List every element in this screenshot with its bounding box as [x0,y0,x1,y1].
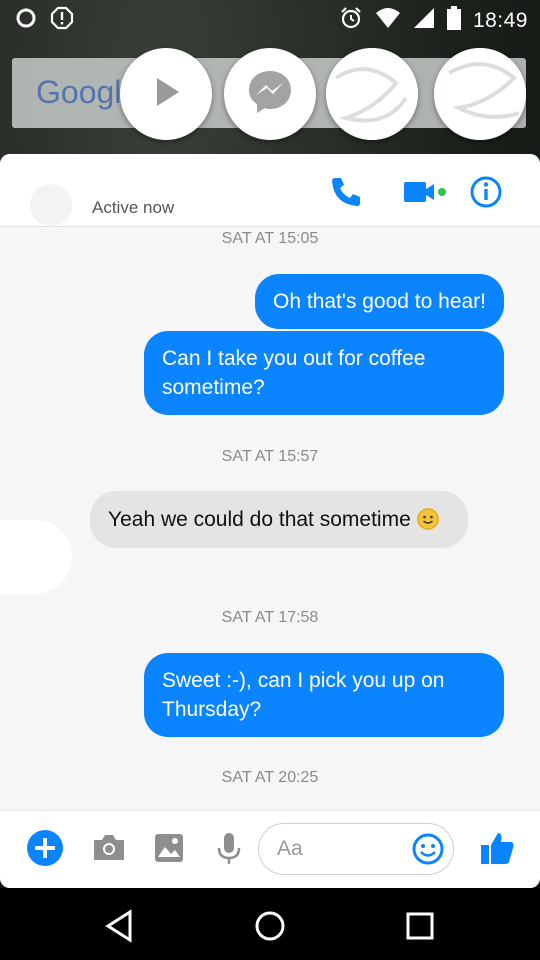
messenger-icon [245,67,295,122]
avatar[interactable] [30,184,72,226]
message-input-placeholder: Aa [277,837,303,860]
chat-panel: Active now SAT AT 15:05 Oh that's good t… [0,154,540,888]
message-input[interactable]: Aa [258,823,454,875]
avatar [434,48,526,140]
alert-icon [50,6,74,36]
outgoing-message[interactable]: Can I take you out for coffee sometime? [144,331,504,415]
phone-icon[interactable] [326,172,366,212]
alarm-icon [339,6,363,36]
thumbs-up-icon[interactable] [478,829,516,867]
timestamp: SAT AT 15:57 [221,448,319,465]
emoji-icon[interactable] [411,832,445,871]
plus-icon[interactable] [26,829,64,867]
play-icon [146,72,186,117]
avatar[interactable] [0,520,72,594]
timestamp: SAT AT 15:05 [221,230,319,247]
active-status: Active now [92,198,175,217]
back-icon[interactable] [100,906,140,946]
contact-chat-head[interactable] [326,48,418,140]
chat-header: Active now [0,154,540,227]
camera-icon[interactable] [90,829,128,867]
clock: 18:49 [472,9,528,32]
avatar [326,48,418,140]
timestamp: SAT AT 17:58 [221,609,319,626]
smiley-emoji-icon [416,508,439,530]
outgoing-message[interactable]: Oh that's good to hear! [255,274,504,329]
composer-bar: Aa [0,810,540,888]
home-icon[interactable] [250,906,290,946]
info-icon[interactable] [466,172,506,212]
image-icon[interactable] [150,829,188,867]
incoming-message[interactable]: Yeah we could do that sometime [90,491,468,548]
recents-icon[interactable] [400,906,440,946]
status-bar: 18:49 [0,0,540,38]
incoming-message-text: Yeah we could do that sometime [108,508,411,531]
messenger-chat-head[interactable] [224,48,316,140]
timestamp: SAT AT 20:25 [221,769,319,786]
contact-chat-head-2[interactable] [434,48,526,140]
signal-icon [413,7,435,35]
wifi-icon [375,7,401,35]
video-icon[interactable] [400,172,450,212]
google-logo: Googl [36,74,122,110]
play-chat-head[interactable] [120,48,212,140]
outgoing-message[interactable]: Sweet :-), can I pick you up on Thursday… [144,653,504,737]
mic-icon[interactable] [210,829,248,867]
sync-icon [14,6,38,36]
navigation-bar [0,888,540,960]
battery-icon [446,6,461,36]
